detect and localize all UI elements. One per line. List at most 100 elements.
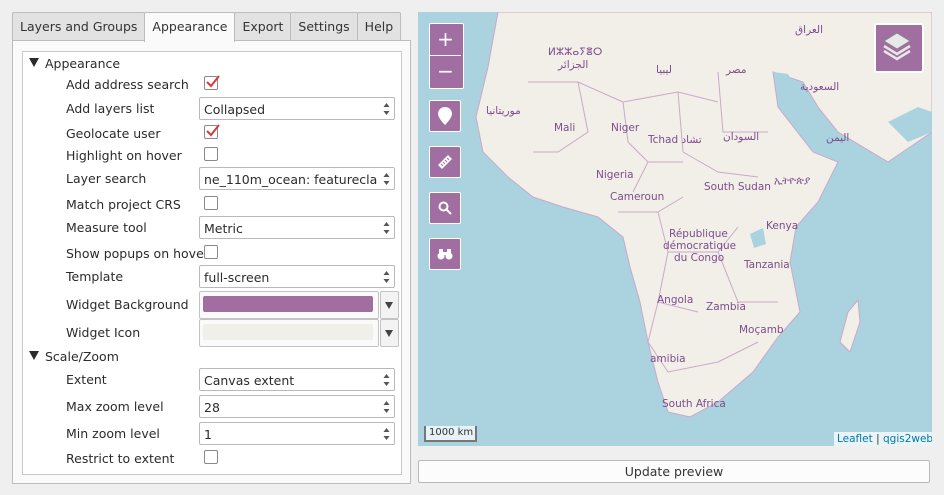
map-label: Mali — [554, 122, 576, 134]
map-label: Tchad تشاد — [648, 134, 702, 146]
restrict-to-extent-checkbox[interactable] — [204, 450, 218, 464]
setting-label: Widget Icon — [66, 325, 141, 340]
add-layers-list-select[interactable]: Collapsed — [199, 97, 395, 120]
collapse-triangle-icon[interactable] — [29, 58, 39, 67]
color-swatch-box[interactable] — [199, 291, 379, 319]
measure-tool-select[interactable]: Metric — [199, 216, 395, 239]
map-label: اليمن — [826, 132, 850, 144]
row-widget-icon: Widget Icon — [23, 319, 401, 347]
tab-help[interactable]: Help — [356, 12, 402, 40]
map-label: South Africa — [662, 398, 726, 410]
row-match-project-crs: Match project CRS — [23, 194, 401, 214]
row-add-layers-list: Add layers list Collapsed — [23, 97, 401, 120]
widget-icon-swatch — [203, 324, 373, 340]
appearance-panel: Appearance Add address search Add layers… — [12, 40, 411, 484]
row-add-address-search: Add address search — [23, 74, 401, 94]
map-label: السعودية — [800, 81, 840, 93]
update-preview-button[interactable]: Update preview — [418, 460, 930, 483]
zoom-control: + − — [429, 23, 464, 89]
map-label: Tanzania — [744, 259, 790, 271]
max-zoom-level-spinbox[interactable]: 28 — [199, 395, 395, 418]
widget-background-swatch — [203, 296, 373, 312]
highlight-on-hover-checkbox[interactable] — [204, 147, 218, 161]
row-min-zoom-level: Min zoom level 1 — [23, 420, 401, 445]
match-project-crs-checkbox[interactable] — [204, 196, 218, 210]
color-swatch-box[interactable] — [199, 319, 379, 347]
map-label: South Sudan — [704, 181, 771, 193]
tab-layers-and-groups[interactable]: Layers and Groups — [12, 12, 146, 40]
row-widget-background: Widget Background — [23, 291, 401, 319]
widget-background-color-picker[interactable] — [199, 291, 399, 319]
add-address-search-checkbox[interactable] — [204, 75, 220, 90]
color-dropdown-button[interactable] — [380, 319, 399, 347]
measure-button[interactable] — [429, 146, 461, 178]
group-appearance[interactable]: Appearance — [23, 53, 401, 73]
checkmark-icon — [206, 124, 220, 137]
setting-label: Restrict to extent — [66, 451, 175, 466]
group-label: Scale/Zoom — [45, 349, 119, 364]
group-label: Appearance — [45, 56, 121, 71]
qgis2web-link[interactable]: qgis2web, — [883, 433, 932, 445]
setting-label: Extent — [66, 372, 107, 387]
group-scale-zoom[interactable]: Scale/Zoom — [23, 346, 401, 366]
zoom-in-button[interactable]: + — [430, 24, 461, 55]
map-label: démocratique — [663, 240, 737, 252]
setting-label: Add layers list — [66, 101, 155, 116]
geolocate-user-checkbox[interactable] — [204, 124, 220, 139]
map-label: ኢትዮጵያ — [774, 175, 811, 187]
tab-settings[interactable]: Settings — [290, 12, 358, 40]
tab-export[interactable]: Export — [234, 12, 292, 40]
template-select[interactable]: full-screen — [199, 265, 395, 288]
widget-icon-color-picker[interactable] — [199, 319, 399, 347]
chevron-down-icon — [385, 302, 393, 309]
spin-arrows-icon — [383, 173, 390, 185]
map-label: الجزائر — [558, 59, 589, 71]
map-label: السودان — [723, 131, 760, 143]
extent-select[interactable]: Canvas extent — [199, 368, 395, 391]
map-pin-icon — [438, 107, 452, 125]
leaflet-link[interactable]: Leaflet — [837, 433, 873, 445]
map-label: Zambia — [706, 301, 746, 313]
spin-arrows-icon — [383, 222, 390, 234]
min-zoom-level-spinbox[interactable]: 1 — [199, 422, 395, 445]
row-restrict-to-extent: Restrict to extent — [23, 448, 401, 468]
row-measure-tool: Measure tool Metric — [23, 215, 401, 239]
tab-appearance[interactable]: Appearance — [144, 12, 236, 42]
show-popups-on-hover-checkbox[interactable] — [204, 245, 218, 259]
search-icon — [438, 201, 452, 215]
address-search-button[interactable] — [429, 192, 461, 224]
row-template: Template full-screen — [23, 264, 401, 288]
map-label: amibia — [650, 353, 686, 365]
map-label: ليبيا — [656, 64, 672, 76]
spin-arrows-icon[interactable] — [383, 399, 390, 415]
row-layer-search: Layer search ne_110m_ocean: featurecla — [23, 166, 401, 190]
setting-label: Match project CRS — [66, 197, 181, 212]
layers-switcher-button[interactable] — [874, 23, 924, 73]
collapse-triangle-icon[interactable] — [29, 351, 39, 360]
row-max-zoom-level: Max zoom level 28 — [23, 393, 401, 418]
settings-tree: Appearance Add address search Add layers… — [22, 51, 402, 475]
layer-search-select[interactable]: ne_110m_ocean: featurecla — [199, 167, 395, 190]
layer-search-button[interactable] — [429, 238, 461, 270]
ruler-icon — [438, 155, 452, 169]
map-label: du Congo — [674, 252, 725, 264]
map-label: ⵍⵣⵣⴰⵢⴻⵔ — [548, 46, 603, 58]
color-dropdown-button[interactable] — [380, 291, 399, 319]
zoom-out-button[interactable]: − — [430, 56, 461, 87]
spin-arrows-icon — [383, 271, 390, 283]
chevron-down-icon — [385, 330, 393, 337]
tab-bar: Layers and Groups Appearance Export Sett… — [12, 12, 402, 42]
setting-label: Highlight on hover — [66, 148, 182, 163]
setting-label: Show popups on hover — [66, 246, 209, 261]
scale-bar: 1000 km — [424, 426, 477, 442]
setting-label: Template — [66, 269, 124, 284]
binoculars-icon — [437, 249, 453, 260]
spin-arrows-icon[interactable] — [383, 426, 390, 442]
geolocate-button[interactable] — [429, 100, 461, 132]
spin-arrows-icon — [383, 374, 390, 386]
map-label: Angola — [657, 294, 694, 306]
setting-label: Widget Background — [66, 297, 189, 312]
map-preview[interactable]: ⵍⵣⵣⴰⵢⴻⵔ الجزائر ليبيا مصر العراق السعودي… — [418, 12, 932, 446]
setting-label: Max zoom level — [66, 399, 164, 414]
layers-icon — [883, 32, 911, 61]
